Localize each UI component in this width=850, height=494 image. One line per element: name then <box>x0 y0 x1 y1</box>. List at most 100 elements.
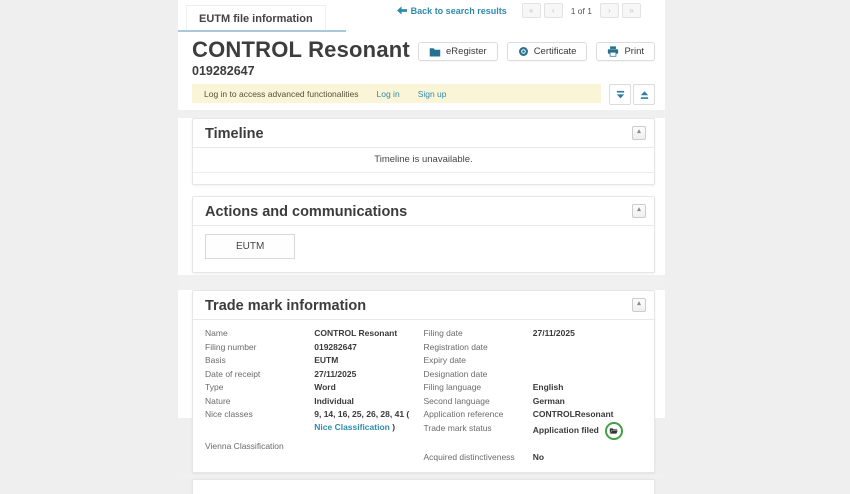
field-label: Trade mark status <box>424 422 533 440</box>
trademark-header: Trade mark information ▴ <box>193 291 654 320</box>
field-value: No <box>533 451 642 464</box>
field-label: Acquired distinctiveness <box>424 451 533 464</box>
tab-eutm-file-information[interactable]: EUTM file information <box>186 5 326 30</box>
main-content-column: EUTM file information Back to search res… <box>178 0 665 418</box>
next-section-partial <box>192 479 655 494</box>
login-banner: Log in to access advanced functionalitie… <box>192 84 601 103</box>
printer-icon <box>607 46 619 57</box>
field-label: Type <box>205 381 314 394</box>
application-number: 019282647 <box>192 64 410 78</box>
back-to-search-results-link[interactable]: Back to search results <box>397 6 507 16</box>
actions-header: Actions and communications ▴ <box>193 197 654 226</box>
expand-collapse-controls <box>609 84 655 103</box>
field-value: Application filed <box>533 422 642 440</box>
field-trademark-status: Trade mark status Application filed <box>424 422 643 440</box>
timeline-empty-message: Timeline is unavailable. <box>193 148 654 173</box>
field-registration-date: Registration date <box>424 341 643 354</box>
print-label: Print <box>624 46 644 57</box>
trademark-details: Name CONTROL Resonant Filing number 0192… <box>193 320 654 472</box>
last-result-button[interactable]: » <box>622 3 641 18</box>
tab-strip: EUTM file information <box>178 5 346 32</box>
login-link[interactable]: Log in <box>377 89 400 99</box>
trademark-collapse-button[interactable]: ▴ <box>632 298 646 312</box>
field-filing-date: Filing date 27/11/2025 <box>424 327 643 340</box>
field-acquired-distinctiveness: Acquired distinctiveness No <box>424 451 643 464</box>
field-label: Filing date <box>424 327 533 340</box>
page-header: EUTM file information Back to search res… <box>178 0 665 103</box>
field-second-language: Second language German <box>424 395 643 408</box>
field-label: Nice classes <box>205 408 314 433</box>
results-navigation-bar: Back to search results « ‹ 1 of 1 › » <box>397 3 641 18</box>
field-designation-date: Designation date <box>424 368 643 381</box>
field-value: 27/11/2025 <box>314 368 423 381</box>
certificate-button[interactable]: Certificate <box>507 42 588 61</box>
field-label: Registration date <box>424 341 533 354</box>
field-value <box>314 440 423 453</box>
field-value: German <box>533 395 642 408</box>
timeline-collapse-button[interactable]: ▴ <box>632 126 646 140</box>
field-application-reference: Application reference CONTROLResonant <box>424 408 643 421</box>
field-value: Word <box>314 381 423 394</box>
signup-link[interactable]: Sign up <box>418 89 447 99</box>
page-title: CONTROL Resonant <box>192 38 410 62</box>
back-arrow-icon <box>397 6 407 15</box>
field-value: Individual <box>314 395 423 408</box>
field-value <box>533 341 642 354</box>
previous-result-button[interactable]: ‹ <box>544 3 563 18</box>
next-result-button[interactable]: › <box>600 3 619 18</box>
field-filing-number: Filing number 019282647 <box>205 341 424 354</box>
first-result-button[interactable]: « <box>522 3 541 18</box>
field-label: Filing language <box>424 381 533 394</box>
field-value <box>533 368 642 381</box>
field-label: Application reference <box>424 408 533 421</box>
collapse-all-icon <box>615 90 626 100</box>
field-value: English <box>533 381 642 394</box>
timeline-title: Timeline <box>205 126 264 142</box>
eregister-button[interactable]: eRegister <box>418 42 498 61</box>
open-folder-icon <box>609 427 618 435</box>
field-value: CONTROL Resonant <box>314 327 423 340</box>
field-name: Name CONTROL Resonant <box>205 327 424 340</box>
field-value: 019282647 <box>314 341 423 354</box>
field-filing-language: Filing language English <box>424 381 643 394</box>
field-label: Name <box>205 327 314 340</box>
actions-eutm-tab[interactable]: EUTM <box>205 234 295 259</box>
trademark-title: Trade mark information <box>205 298 366 314</box>
status-badge <box>605 422 623 440</box>
timeline-spacer <box>193 173 654 184</box>
expand-all-icon <box>639 90 650 100</box>
section-spacer <box>178 185 665 196</box>
collapse-all-button[interactable] <box>609 84 631 105</box>
trademark-right-column: Filing date 27/11/2025 Registration date… <box>424 327 643 464</box>
field-expiry-date: Expiry date <box>424 354 643 367</box>
certificate-seal-icon <box>518 46 529 57</box>
field-value <box>533 354 642 367</box>
nice-classes-suffix: ) <box>390 422 395 432</box>
folder-icon <box>429 47 441 57</box>
login-row: Log in to access advanced functionalitie… <box>192 84 655 103</box>
print-button[interactable]: Print <box>596 42 655 61</box>
actions-communications-section: Actions and communications ▴ EUTM <box>192 196 655 273</box>
field-basis: Basis EUTM <box>205 354 424 367</box>
actions-collapse-button[interactable]: ▴ <box>632 204 646 218</box>
title-block: CONTROL Resonant 019282647 <box>192 38 410 78</box>
timeline-section: Timeline ▴ Timeline is unavailable. <box>192 118 655 185</box>
field-value: CONTROLResonant <box>533 408 642 421</box>
result-pager: « ‹ 1 of 1 › » <box>522 3 641 18</box>
login-banner-message: Log in to access advanced functionalitie… <box>204 89 359 99</box>
field-label: Vienna Classification <box>205 440 314 453</box>
field-label: Filing number <box>205 341 314 354</box>
expand-all-button[interactable] <box>633 84 655 105</box>
timeline-header: Timeline ▴ <box>193 119 654 148</box>
field-value: EUTM <box>314 354 423 367</box>
field-label: Basis <box>205 354 314 367</box>
document-actions: eRegister Certificate Print <box>418 42 655 61</box>
nice-classification-link[interactable]: Nice Classification <box>314 422 390 432</box>
field-nice-classes: Nice classes 9, 14, 16, 25, 26, 28, 41 (… <box>205 408 424 433</box>
trademark-information-section: Trade mark information ▴ Name CONTROL Re… <box>192 290 655 473</box>
actions-title: Actions and communications <box>205 204 407 220</box>
pager-position-label: 1 of 1 <box>571 6 592 16</box>
field-label: Date of receipt <box>205 368 314 381</box>
certificate-label: Certificate <box>534 46 577 57</box>
field-label: Nature <box>205 395 314 408</box>
